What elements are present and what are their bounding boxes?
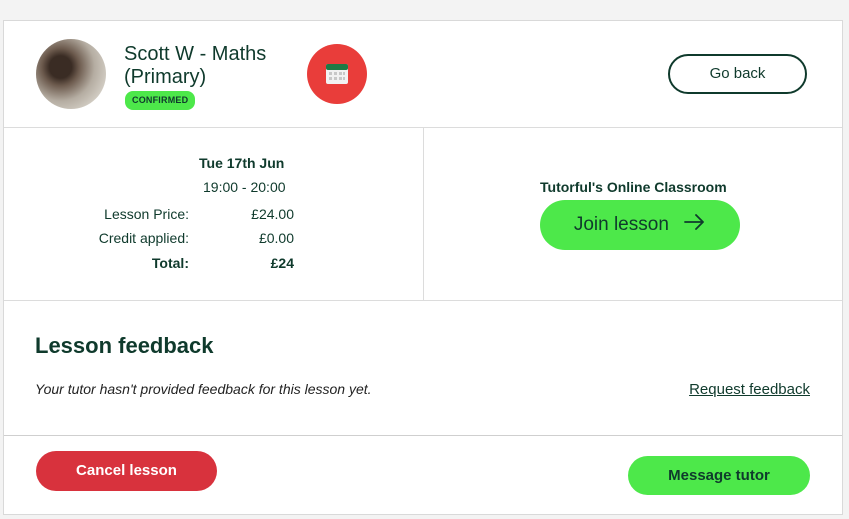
price-label: Lesson Price: — [104, 206, 189, 222]
lesson-details: Tue 17th Jun 19:00 - 20:00 Lesson Price:… — [4, 127, 424, 301]
request-feedback-link[interactable]: Request feedback — [689, 381, 810, 398]
feedback-title: Lesson feedback — [35, 333, 214, 358]
lesson-date: Tue 17th Jun — [199, 155, 285, 171]
message-tutor-button[interactable]: Message tutor — [628, 456, 810, 495]
feedback-message: Your tutor hasn't provided feedback for … — [35, 381, 372, 397]
total-value: £24 — [270, 255, 294, 271]
join-lesson-label: Join lesson — [573, 214, 669, 236]
classroom-title: Tutorful's Online Classroom — [540, 179, 727, 195]
lesson-time: 19:00 - 20:00 — [203, 179, 286, 195]
credit-value: £0.00 — [258, 230, 294, 246]
price-value: £24.00 — [251, 206, 294, 222]
status-badge: CONFIRMED — [125, 91, 196, 110]
online-classroom-panel: Tutorful's Online Classroom Join lesson — [424, 127, 842, 301]
calendar-icon — [326, 64, 348, 84]
lesson-header: Scott W - Maths (Primary) CONFIRMED Go b… — [4, 21, 842, 128]
lesson-card: Scott W - Maths (Primary) CONFIRMED Go b… — [3, 20, 843, 515]
go-back-button[interactable]: Go back — [668, 54, 807, 94]
add-to-calendar-button[interactable] — [307, 44, 367, 104]
cancel-lesson-button[interactable]: Cancel lesson — [36, 451, 217, 491]
tutor-avatar — [36, 39, 106, 109]
credit-label: Credit applied: — [98, 230, 189, 246]
total-label: Total: — [151, 255, 189, 271]
join-lesson-button[interactable]: Join lesson — [540, 200, 740, 250]
lesson-feedback-section: Lesson feedback Your tutor hasn't provid… — [4, 301, 842, 436]
arrow-right-icon — [684, 200, 706, 250]
tutor-name: Scott W - Maths (Primary) — [124, 43, 267, 88]
